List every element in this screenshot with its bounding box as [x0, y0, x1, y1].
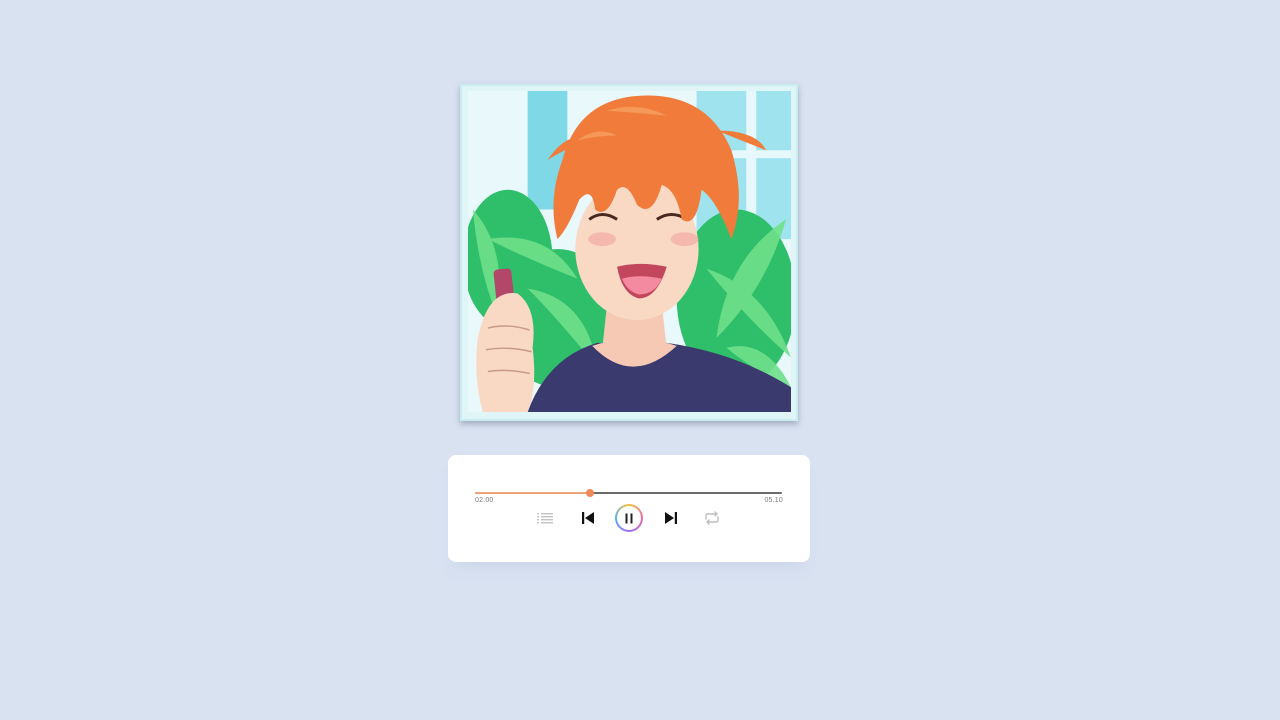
play-pause-ring — [615, 504, 643, 532]
next-button[interactable] — [656, 503, 686, 533]
progress-knob[interactable] — [586, 489, 595, 497]
repeat-icon — [705, 511, 719, 525]
skip-previous-icon — [582, 512, 594, 524]
player-card: 02.00 05.10 — [448, 455, 810, 562]
play-pause-button[interactable] — [614, 503, 644, 533]
album-cover-illustration — [468, 91, 791, 412]
playlist-button[interactable] — [530, 503, 560, 533]
play-pause-inner — [617, 506, 641, 530]
skip-next-icon — [665, 512, 677, 524]
progress-bar[interactable] — [475, 489, 782, 497]
progress-fill — [475, 492, 591, 494]
pause-icon — [625, 513, 633, 523]
album-cover — [460, 84, 798, 421]
previous-button[interactable] — [573, 503, 603, 533]
playback-controls — [448, 503, 810, 533]
music-player-page: 02.00 05.10 — [0, 0, 1280, 720]
list-icon — [537, 513, 553, 524]
repeat-button[interactable] — [697, 503, 727, 533]
